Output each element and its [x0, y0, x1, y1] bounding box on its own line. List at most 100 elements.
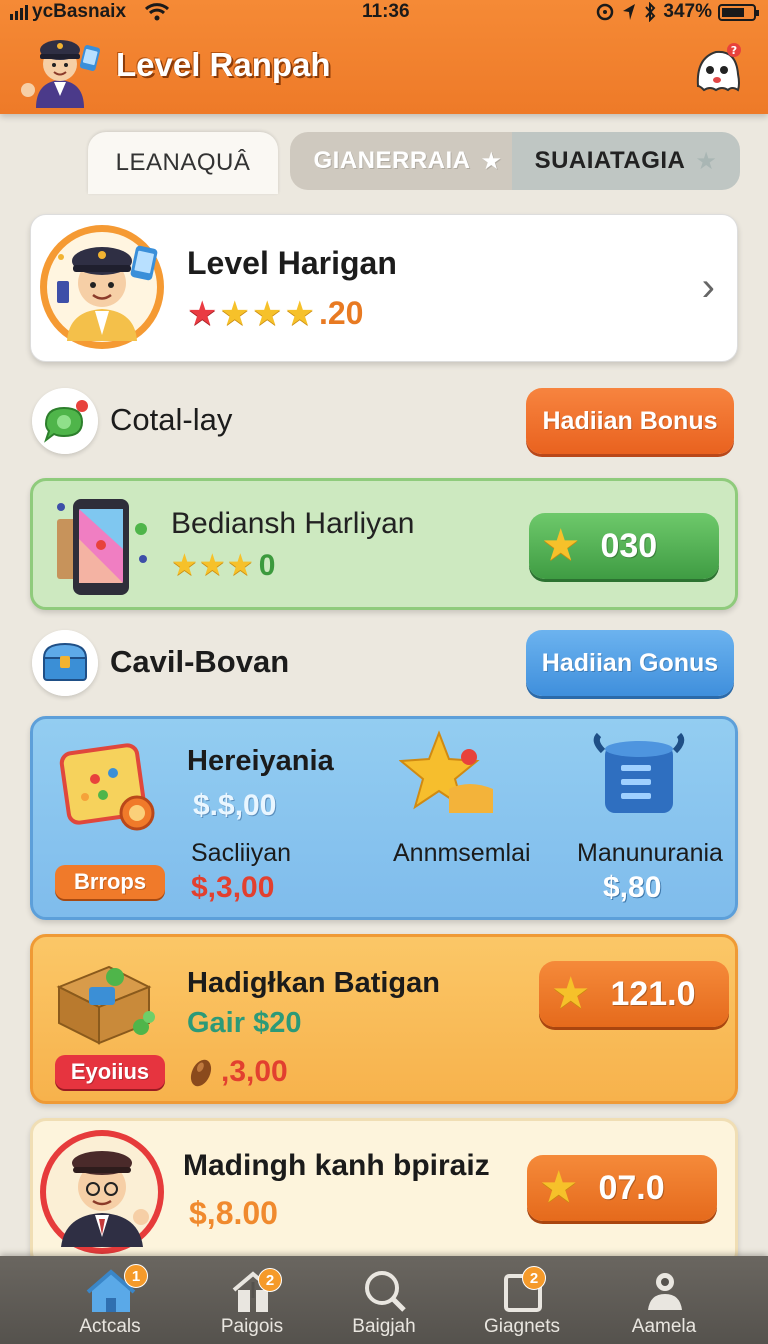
phone-game-icon — [57, 499, 147, 595]
brrops-tag[interactable]: Brrops — [55, 865, 165, 899]
tab-bar: GIANERRAIA ★ SUAIATAGIA ★ LEANAQUÂ — [88, 132, 740, 194]
green-reward-card[interactable]: Bediansh Harliyan ★ ★ ★ 0 ★ 030 — [30, 478, 738, 610]
offer-price: $,3,00 — [191, 871, 275, 904]
person-avatar — [40, 1130, 164, 1254]
tab-leanaqua[interactable]: LEANAQUÂ — [88, 132, 278, 194]
nav-item-baigjah[interactable]: Baigjah — [324, 1256, 444, 1344]
offer-name: Hadigłkan Batigan — [187, 967, 440, 999]
search-icon — [365, 1271, 406, 1312]
star-trophy-icon — [399, 730, 493, 813]
treasure-box-icon — [56, 965, 155, 1045]
location-icon — [623, 4, 636, 20]
bean-icon — [190, 1059, 212, 1087]
offer-gain: Gair $20 — [187, 1007, 302, 1039]
status-bar: ycBasnaix 11:36 347% — [0, 0, 768, 26]
nav-item-actcals[interactable]: 1 Actcals — [50, 1256, 170, 1344]
section-cavil-bovan: Cavil-Bovan Hadiian Gonus — [30, 624, 738, 702]
nav-label: Baigjah — [352, 1316, 416, 1337]
section-label: Cavil-Bovan — [110, 644, 290, 679]
offer-label: Annmsemlai — [393, 839, 531, 867]
offer-price: $,80 — [603, 871, 662, 904]
orange-offer-card[interactable]: Hadigłkan Batigan Gair $20 Eyoiius ,3,00… — [30, 934, 738, 1104]
tab-general[interactable]: GIANERRAIA ★ — [290, 132, 526, 190]
cream-offer-card[interactable]: Madingh kanh bpiraiz $,8.00 ★ 07.0 — [30, 1118, 738, 1268]
alarm-icon — [597, 3, 614, 21]
star-icon: ★ — [219, 294, 250, 333]
barrel-icon — [593, 732, 685, 813]
eyoiius-tag[interactable]: Eyoiius — [55, 1055, 165, 1089]
svg-text:?: ? — [731, 44, 737, 57]
offer-price: ,3,00 — [221, 1055, 288, 1088]
nav-label: Giagnets — [483, 1316, 561, 1337]
nav-label: Paigois — [220, 1316, 284, 1337]
tab-label: LEANAQUÂ — [115, 149, 251, 176]
tab-star-icon: ★ — [480, 147, 503, 175]
tab-label: GIANERRAIA — [313, 147, 471, 174]
carrier-info: ycBasnaix — [10, 1, 170, 23]
section-cotal-lay: Cotal-lay Hadiian Bonus — [30, 382, 738, 460]
nav-badge: 2 — [258, 1268, 282, 1292]
section-label: Cotal-lay — [110, 402, 233, 437]
battery-percent: 347% — [663, 1, 712, 22]
star-icon: ★ — [226, 549, 254, 582]
notification-ghost-icon[interactable]: ? — [690, 40, 746, 96]
score-button[interactable]: ★ 07.0 — [527, 1155, 717, 1221]
blue-offer-card[interactable]: Hereiyania $.$,00 Sacliiyan $,3,00 Brrop… — [30, 716, 738, 920]
star-icon: ★ — [251, 294, 283, 333]
profile-rating: ★ ★ ★ ★ .20 — [187, 295, 363, 332]
score-button[interactable]: ★ 121.0 — [539, 961, 729, 1027]
score-value: 121.0 — [610, 974, 696, 1013]
score-value: 07.0 — [598, 1168, 665, 1207]
nav-item-giagnets[interactable]: 2 Giagnets — [462, 1256, 582, 1344]
offer-name: Madingh kanh bpiraiz — [183, 1149, 490, 1182]
bottom-nav: 1 Actcals 2 Paigois Baigjah 2 Giagnets A… — [0, 1256, 768, 1344]
star-icon: ★ — [541, 521, 581, 570]
treasure-chest-icon — [32, 630, 98, 696]
wifi-icon — [144, 3, 170, 21]
app-title: Level Ranpah — [116, 46, 331, 83]
battery-icon — [718, 3, 759, 21]
star-icon: ★ — [198, 549, 226, 582]
profile-name: Level Harigan — [187, 245, 397, 281]
nav-item-paigois[interactable]: 2 Paigois — [192, 1256, 312, 1344]
app-header: ycBasnaix 11:36 347% Level Ranpah ? — [0, 0, 768, 114]
nav-label: Aamela — [631, 1316, 697, 1337]
nav-badge: 2 — [522, 1266, 546, 1290]
status-time: 11:36 — [362, 1, 410, 22]
offer-label: Manunurania — [577, 839, 723, 867]
score-value: 030 — [600, 526, 658, 565]
tab-strategy[interactable]: SUAIATAGIA ★ — [512, 132, 740, 190]
star-icon: ★ — [284, 294, 315, 333]
tab-label: SUAIATAGIA — [534, 147, 686, 174]
offer-price: $,8.00 — [189, 1195, 278, 1231]
nav-label: Actcals — [79, 1316, 141, 1337]
card-title: Bediansh Harliyan — [171, 507, 415, 540]
rating-value: .20 — [318, 295, 364, 331]
offer-label: Sacliiyan — [191, 839, 292, 867]
hadiian-gonus-button[interactable]: Hadiian Gonus — [526, 630, 734, 696]
score-button[interactable]: ★ 030 — [529, 513, 719, 579]
nav-item-aamela[interactable]: Aamela — [604, 1256, 724, 1344]
offer-name: Hereiyania — [187, 745, 334, 777]
profile-avatar — [40, 225, 164, 349]
bluetooth-icon — [645, 2, 656, 22]
hadiian-bonus-button[interactable]: Hadiian Bonus — [526, 388, 734, 454]
carrier-name: ycBasnaix — [32, 1, 127, 22]
star-icon: ★ — [551, 969, 591, 1018]
star-icon: ★ — [187, 294, 218, 333]
app-avatar-icon — [21, 40, 101, 108]
rating-value: 0 — [258, 549, 276, 582]
offer-amount: $.$,00 — [193, 789, 277, 822]
chevron-right-icon: › — [701, 265, 715, 309]
signal-icon — [10, 4, 28, 20]
status-right: 347% — [595, 1, 759, 23]
nav-badge: 1 — [124, 1264, 148, 1288]
tab-star-icon: ★ — [695, 147, 718, 175]
chat-bubble-icon — [32, 388, 98, 454]
star-icon: ★ — [171, 549, 198, 582]
card-rating: ★ ★ ★ 0 — [171, 549, 275, 583]
profile-card[interactable]: Level Harigan ★ ★ ★ ★ .20 › — [30, 214, 738, 362]
game-board-icon — [59, 743, 155, 831]
user-gear-icon — [648, 1273, 682, 1310]
star-icon: ★ — [539, 1163, 579, 1212]
